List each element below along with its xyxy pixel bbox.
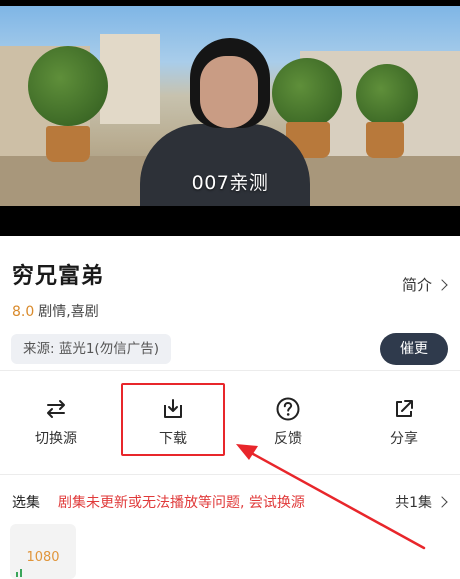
share-button[interactable]: 分享 xyxy=(364,396,444,456)
feedback-button[interactable]: 反馈 xyxy=(248,396,328,456)
divider xyxy=(0,474,460,475)
chevron-right-icon xyxy=(436,496,448,508)
share-label: 分享 xyxy=(390,431,418,447)
switch-source-icon xyxy=(47,400,65,418)
video-subtitle: 007亲测 xyxy=(191,172,269,194)
episodes-label: 选集 xyxy=(12,495,40,511)
divider xyxy=(0,370,460,371)
switch-source-label: 切换源 xyxy=(35,431,77,447)
episodes-count-label: 共1集 xyxy=(395,495,432,511)
show-title: 穷兄富弟 xyxy=(12,264,105,289)
feedback-question-icon xyxy=(276,397,300,421)
feedback-label: 反馈 xyxy=(274,431,302,447)
intro-button[interactable]: 简介 xyxy=(401,274,448,295)
intro-label: 简介 xyxy=(401,276,432,294)
episodes-count-button[interactable]: 共1集 xyxy=(395,492,448,512)
genres: 剧情,喜剧 xyxy=(38,304,99,320)
app-screen: 007亲测 穷兄富弟 简介 8.0 剧情,喜剧 来源: 蓝光1(勿信广告) 催更 … xyxy=(0,0,460,579)
switch-source-button[interactable]: 切换源 xyxy=(16,396,96,456)
show-meta: 8.0 剧情,喜剧 xyxy=(12,301,99,321)
download-highlight-box xyxy=(121,383,225,456)
chevron-right-icon xyxy=(436,278,448,291)
episode-label: 1080 xyxy=(26,550,60,565)
episodes-warning: 剧集未更新或无法播放等问题, 尝试换源 xyxy=(58,495,305,511)
playing-bars-icon xyxy=(16,569,26,577)
source-badge[interactable]: 来源: 蓝光1(勿信广告) xyxy=(11,334,171,364)
score: 8.0 xyxy=(12,304,35,320)
urge-update-button[interactable]: 催更 xyxy=(380,333,448,365)
video-player[interactable]: 007亲测 xyxy=(0,0,460,236)
episode-item[interactable]: 1080 xyxy=(10,524,76,579)
share-icon xyxy=(396,400,413,417)
